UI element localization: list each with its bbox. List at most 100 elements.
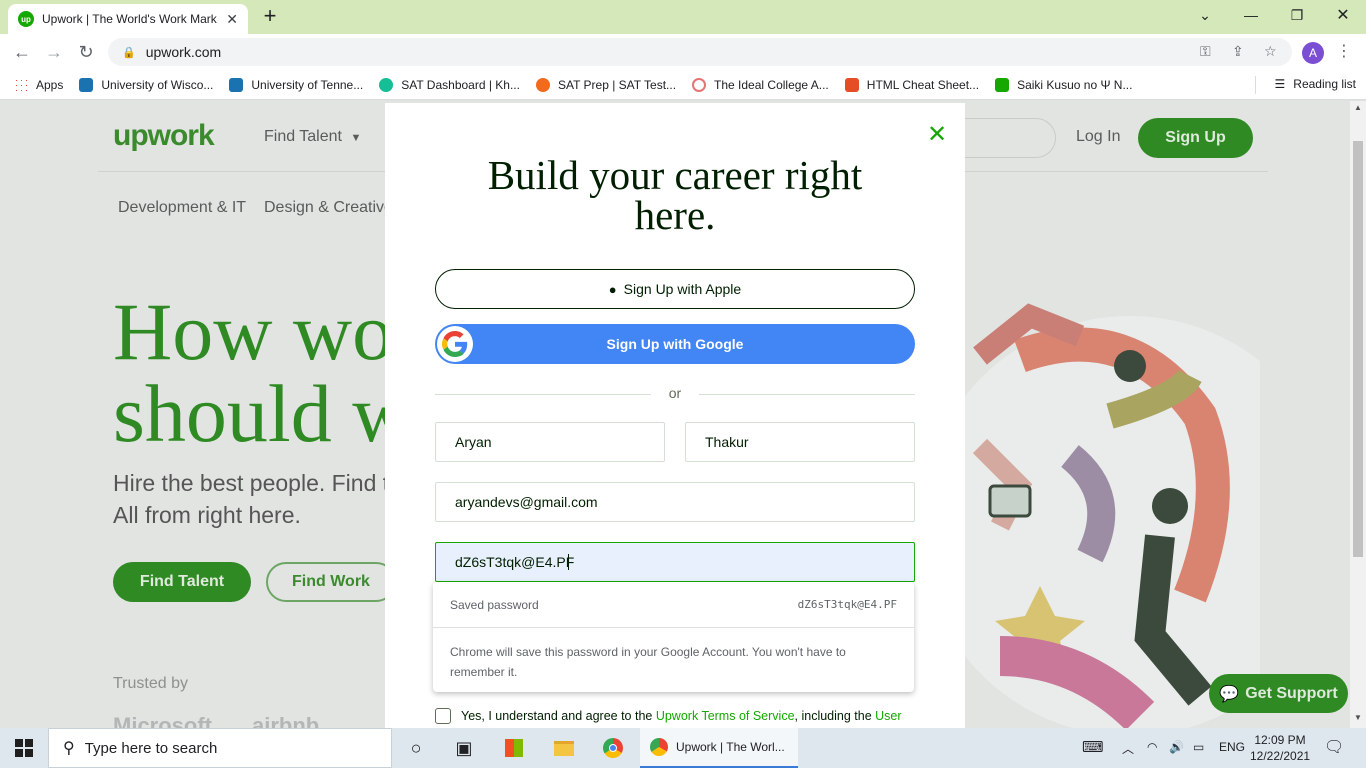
language-indicator[interactable]: ENG — [1219, 740, 1245, 754]
bookmark-label: SAT Prep | SAT Test... — [557, 77, 677, 92]
terms-text: , including the — [794, 709, 876, 723]
find-talent-button[interactable]: Find Talent — [113, 562, 251, 602]
page-scrollbar[interactable]: ▲ ▼ — [1350, 101, 1366, 728]
address-bar[interactable]: 🔒 upwork.com ⚿ ⇪ ☆ — [108, 38, 1292, 66]
nav-find-talent[interactable]: Find Talent ▼ — [264, 128, 361, 146]
bookmark-label: University of Tenne... — [251, 77, 364, 92]
windows-start-button[interactable] — [0, 728, 48, 768]
minimize-button[interactable]: — — [1228, 0, 1274, 30]
bookmark-label: Apps — [36, 77, 64, 92]
upwork-logo[interactable]: upwork — [113, 119, 215, 153]
browser-tab-upwork[interactable]: up Upwork | The World's Work Mark ✕ — [8, 4, 248, 34]
bookmark-favicon-icon — [692, 77, 707, 92]
signup-apple-label: Sign Up with Apple — [623, 281, 742, 297]
password-field[interactable]: dZ6sT3tqk@E4.PF — [435, 542, 915, 582]
apple-logo-icon: ● — [608, 281, 617, 297]
hero-title: How wo should w — [113, 291, 411, 455]
bookmark-item[interactable]: SAT Dashboard | Kh... — [379, 77, 520, 92]
saved-password-suggestion[interactable]: Saved password dZ6sT3tqk@E4.PF — [433, 582, 914, 628]
hero-title-line: should w — [113, 368, 412, 459]
file-explorer-icon[interactable] — [550, 734, 578, 762]
bookmark-item[interactable]: HTML Cheat Sheet... — [844, 77, 979, 92]
chevron-down-icon: ▼ — [350, 132, 362, 144]
bookmark-item[interactable]: SAT Prep | SAT Test... — [535, 77, 677, 92]
scroll-down-arrow-icon[interactable]: ▼ — [1354, 713, 1362, 722]
chrome-menu-icon[interactable]: ⋮ — [1334, 41, 1354, 61]
bookmark-star-icon[interactable]: ☆ — [1264, 43, 1277, 60]
volume-icon[interactable]: 🔊 — [1169, 740, 1184, 754]
back-arrow-icon[interactable]: ← — [10, 40, 34, 64]
divider-line — [699, 394, 915, 395]
forward-arrow-icon[interactable]: → — [42, 40, 66, 64]
user-agreement-link[interactable]: User — [875, 709, 901, 723]
first-name-field[interactable]: Aryan — [435, 422, 665, 462]
bookmarks-bar: Apps University of Wisco... University o… — [0, 70, 1366, 100]
notifications-icon[interactable]: 🗨 — [1324, 737, 1344, 757]
keyboard-layout-icon[interactable]: ⌨ — [1082, 738, 1104, 756]
find-work-button[interactable]: Find Work — [266, 562, 396, 602]
saved-password-value: dZ6sT3tqk@E4.PF — [797, 598, 897, 611]
close-window-button[interactable]: ✕ — [1320, 0, 1366, 30]
hero-subtitle-line: All from right here. — [113, 502, 301, 528]
terms-agreement: Yes, I understand and agree to the Upwor… — [435, 708, 902, 724]
tab-search-chevron-icon[interactable]: ⌄ — [1182, 0, 1228, 30]
bookmark-item[interactable]: The Ideal College A... — [692, 77, 829, 92]
bookmark-favicon-icon — [844, 77, 859, 92]
bookmark-favicon-icon — [535, 77, 550, 92]
signup-modal: ✕ Build your career right here. ● Sign U… — [385, 103, 965, 728]
share-icon[interactable]: ⇪ — [1232, 43, 1244, 60]
key-icon[interactable]: ⚿ — [1200, 43, 1211, 60]
reading-list-button[interactable]: ☰ Reading list — [1275, 77, 1356, 91]
get-support-button[interactable]: 💬 Get Support — [1209, 674, 1348, 713]
restore-button[interactable]: ❐ — [1274, 0, 1320, 30]
category-development[interactable]: Development & IT — [118, 199, 246, 217]
show-hidden-icons-chevron-icon[interactable]: ︿ — [1122, 740, 1134, 757]
windows-logo-icon — [15, 739, 33, 757]
wifi-icon[interactable]: ◠ — [1147, 740, 1157, 754]
or-divider: or — [435, 385, 915, 401]
profile-avatar[interactable]: A — [1302, 42, 1324, 64]
first-name-value: Aryan — [455, 434, 492, 450]
signup-button[interactable]: Sign Up — [1138, 118, 1253, 158]
bookmark-apps[interactable]: Apps — [14, 77, 64, 92]
taskbar-search-input[interactable]: ⚲ Type here to search — [48, 728, 392, 768]
search-icon: ⚲ — [63, 740, 75, 757]
hero-subtitle: Hire the best people. Find t All from ri… — [113, 467, 413, 531]
battery-icon[interactable]: ▭ — [1193, 740, 1204, 754]
signup-google-button[interactable]: Sign Up with Google — [435, 324, 915, 364]
system-clock[interactable]: 12:09 PM 12/22/2021 — [1250, 732, 1310, 764]
signup-apple-button[interactable]: ● Sign Up with Apple — [435, 269, 915, 309]
bookmark-item[interactable]: University of Tenne... — [229, 77, 364, 92]
bookmark-favicon-icon — [995, 77, 1010, 92]
login-link[interactable]: Log In — [1076, 128, 1120, 146]
scroll-up-arrow-icon[interactable]: ▲ — [1354, 103, 1362, 112]
microsoft-store-icon[interactable] — [500, 734, 528, 762]
bookmark-favicon-icon — [229, 77, 244, 92]
last-name-field[interactable]: Thakur — [685, 422, 915, 462]
windows-taskbar: ⚲ Type here to search ○ ▣ Upwork | The W… — [0, 728, 1366, 768]
bookmark-label: SAT Dashboard | Kh... — [401, 77, 520, 92]
terms-checkbox[interactable] — [435, 708, 451, 724]
taskbar-active-window-upwork[interactable]: Upwork | The Worl... — [640, 728, 798, 768]
lock-icon[interactable]: 🔒 — [122, 46, 136, 59]
bookmark-item[interactable]: University of Wisco... — [79, 77, 213, 92]
cortana-icon[interactable]: ○ — [402, 734, 430, 762]
bookmark-label: Saiki Kusuo no Ψ N... — [1017, 77, 1133, 92]
close-modal-icon[interactable]: ✕ — [927, 120, 947, 149]
bookmark-item[interactable]: Saiki Kusuo no Ψ N... — [995, 77, 1133, 92]
close-tab-icon[interactable]: ✕ — [226, 11, 238, 28]
scrollbar-thumb[interactable] — [1353, 141, 1363, 557]
email-field[interactable]: aryandevs@gmail.com — [435, 482, 915, 522]
chrome-saved-password-popup: Saved password dZ6sT3tqk@E4.PF Chrome wi… — [433, 582, 914, 692]
terms-of-service-link[interactable]: Upwork Terms of Service — [656, 709, 795, 723]
last-name-value: Thakur — [705, 434, 749, 450]
chrome-icon[interactable] — [599, 734, 627, 762]
or-label: or — [668, 385, 682, 401]
hero-subtitle-line: Hire the best people. Find t — [113, 470, 390, 496]
category-design[interactable]: Design & Creative — [264, 199, 393, 217]
bookmark-label: The Ideal College A... — [714, 77, 829, 92]
task-view-icon[interactable]: ▣ — [450, 734, 478, 762]
reload-icon[interactable]: ↻ — [74, 40, 98, 64]
new-tab-button[interactable]: + — [258, 5, 282, 29]
password-value: dZ6sT3tqk@E4.PF — [455, 554, 575, 570]
